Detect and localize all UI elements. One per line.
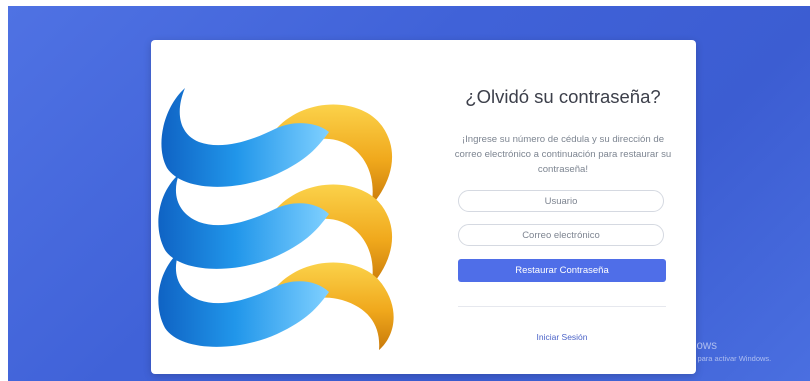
divider xyxy=(458,306,666,307)
restore-password-button[interactable]: Restaurar Contraseña xyxy=(458,259,666,282)
username-input[interactable] xyxy=(458,190,664,212)
page-background: ¿Olvidó su contraseña? ¡Ingrese su númer… xyxy=(8,6,810,381)
page-title: ¿Olvidó su contraseña? xyxy=(465,86,661,107)
watermark-subtitle: Ve a Configuración para activar Windows. xyxy=(632,354,772,363)
recovery-form: ¿Olvidó su contraseña? ¡Ingrese su númer… xyxy=(455,40,672,374)
instructions-text: ¡Ingrese su número de cédula y su direcc… xyxy=(454,134,672,175)
recovery-card: ¿Olvidó su contraseña? ¡Ingrese su númer… xyxy=(151,40,696,374)
email-input[interactable] xyxy=(458,224,664,246)
logo-band-top xyxy=(161,88,393,206)
logo-band-bottom xyxy=(158,252,394,350)
windows-activation-watermark: Activar Windows Ve a Configuración para … xyxy=(632,340,771,363)
brand-logo xyxy=(158,88,394,350)
watermark-title: Activar Windows xyxy=(632,340,717,352)
